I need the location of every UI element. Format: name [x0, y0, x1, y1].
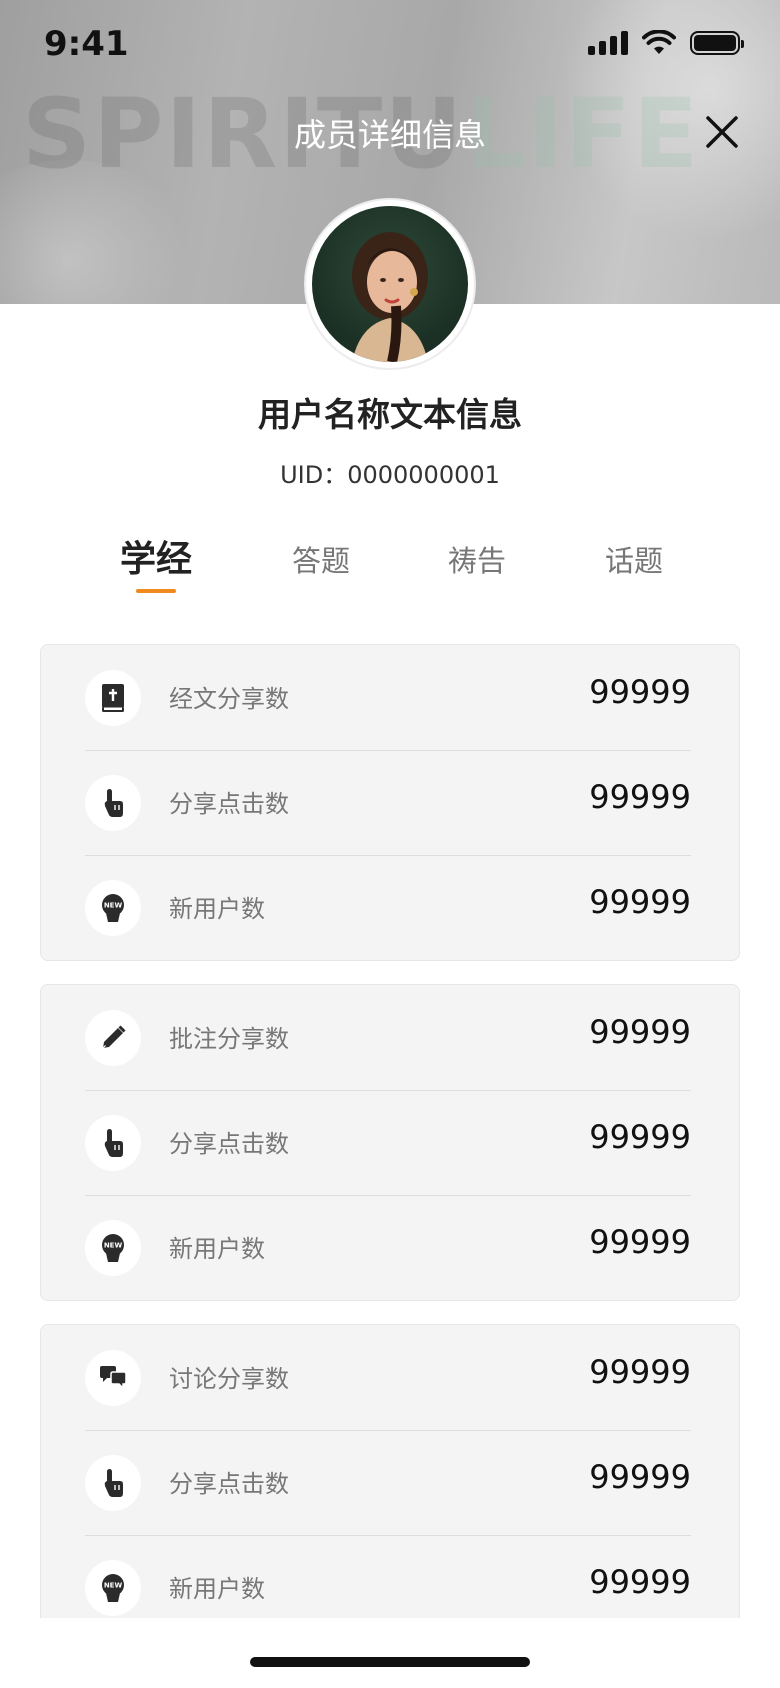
new-user-icon: NEW	[85, 1220, 141, 1276]
close-icon	[706, 116, 738, 148]
stats-card-scripture: 经文分享数 99999 分享点击数 99999 NEW 新用户数 99999	[40, 644, 740, 961]
status-time: 9:41	[44, 24, 129, 64]
svg-text:NEW: NEW	[104, 1242, 123, 1250]
cellular-signal-icon	[588, 31, 628, 55]
stat-row: NEW 新用户数 99999	[41, 1195, 739, 1300]
new-user-icon: NEW	[85, 880, 141, 936]
tap-icon	[85, 1455, 141, 1511]
stat-label: 讨论分享数	[169, 1365, 289, 1393]
tab-topic[interactable]: 话题	[605, 538, 663, 580]
stat-value: 99999	[589, 1458, 691, 1496]
stat-value: 99999	[589, 778, 691, 816]
stat-row: 批注分享数 99999	[41, 985, 739, 1090]
stat-label: 分享点击数	[169, 1470, 289, 1498]
status-icons	[588, 30, 744, 56]
bottom-safe-area	[0, 1618, 780, 1688]
tab-prayer[interactable]: 祷告	[448, 538, 506, 580]
close-button[interactable]	[700, 110, 744, 154]
stat-value: 99999	[589, 1223, 691, 1261]
home-indicator[interactable]	[250, 1657, 530, 1667]
stat-value: 99999	[589, 1563, 691, 1601]
svg-text:NEW: NEW	[104, 902, 123, 910]
svg-text:NEW: NEW	[104, 1582, 123, 1590]
stats-card-annotation: 批注分享数 99999 分享点击数 99999 NEW 新用户数 99999	[40, 984, 740, 1301]
stat-row: 经文分享数 99999	[41, 645, 739, 750]
stat-label: 分享点击数	[169, 1130, 289, 1158]
tab-quiz[interactable]: 答题	[292, 538, 350, 580]
stats-card-discussion: 讨论分享数 99999 分享点击数 99999 NEW 新用户数 99999	[40, 1324, 740, 1641]
stat-label: 新用户数	[169, 895, 265, 923]
stat-label: 批注分享数	[169, 1025, 289, 1053]
pencil-icon	[85, 1010, 141, 1066]
chat-bubbles-icon	[85, 1350, 141, 1406]
stat-value: 99999	[589, 883, 691, 921]
user-id: UID：0000000001	[280, 461, 500, 489]
stat-label: 分享点击数	[169, 790, 289, 818]
avatar	[306, 200, 474, 368]
stat-row: 分享点击数 99999	[41, 1090, 739, 1195]
stat-row: NEW 新用户数 99999	[41, 855, 739, 960]
stat-value: 99999	[589, 1118, 691, 1156]
bible-icon	[85, 670, 141, 726]
stat-label: 新用户数	[169, 1235, 265, 1263]
tab-scripture[interactable]: 学经	[120, 530, 192, 582]
wifi-icon	[642, 30, 676, 54]
stat-label: 经文分享数	[169, 685, 289, 713]
page-title: 成员详细信息	[293, 116, 486, 154]
stat-row: 讨论分享数 99999	[41, 1325, 739, 1430]
stat-label: 新用户数	[169, 1575, 265, 1603]
new-user-icon: NEW	[85, 1560, 141, 1616]
active-tab-indicator	[136, 589, 176, 593]
avatar-photo	[312, 206, 468, 362]
username: 用户名称文本信息	[258, 395, 522, 434]
tap-icon	[85, 775, 141, 831]
stat-value: 99999	[589, 673, 691, 711]
battery-icon	[690, 31, 744, 55]
stat-value: 99999	[589, 1353, 691, 1391]
stat-row: 分享点击数 99999	[41, 750, 739, 855]
tap-icon	[85, 1115, 141, 1171]
stat-value: 99999	[589, 1013, 691, 1051]
tab-bar: 学经 答题 祷告 话题	[0, 530, 780, 600]
stat-row: 分享点击数 99999	[41, 1430, 739, 1535]
